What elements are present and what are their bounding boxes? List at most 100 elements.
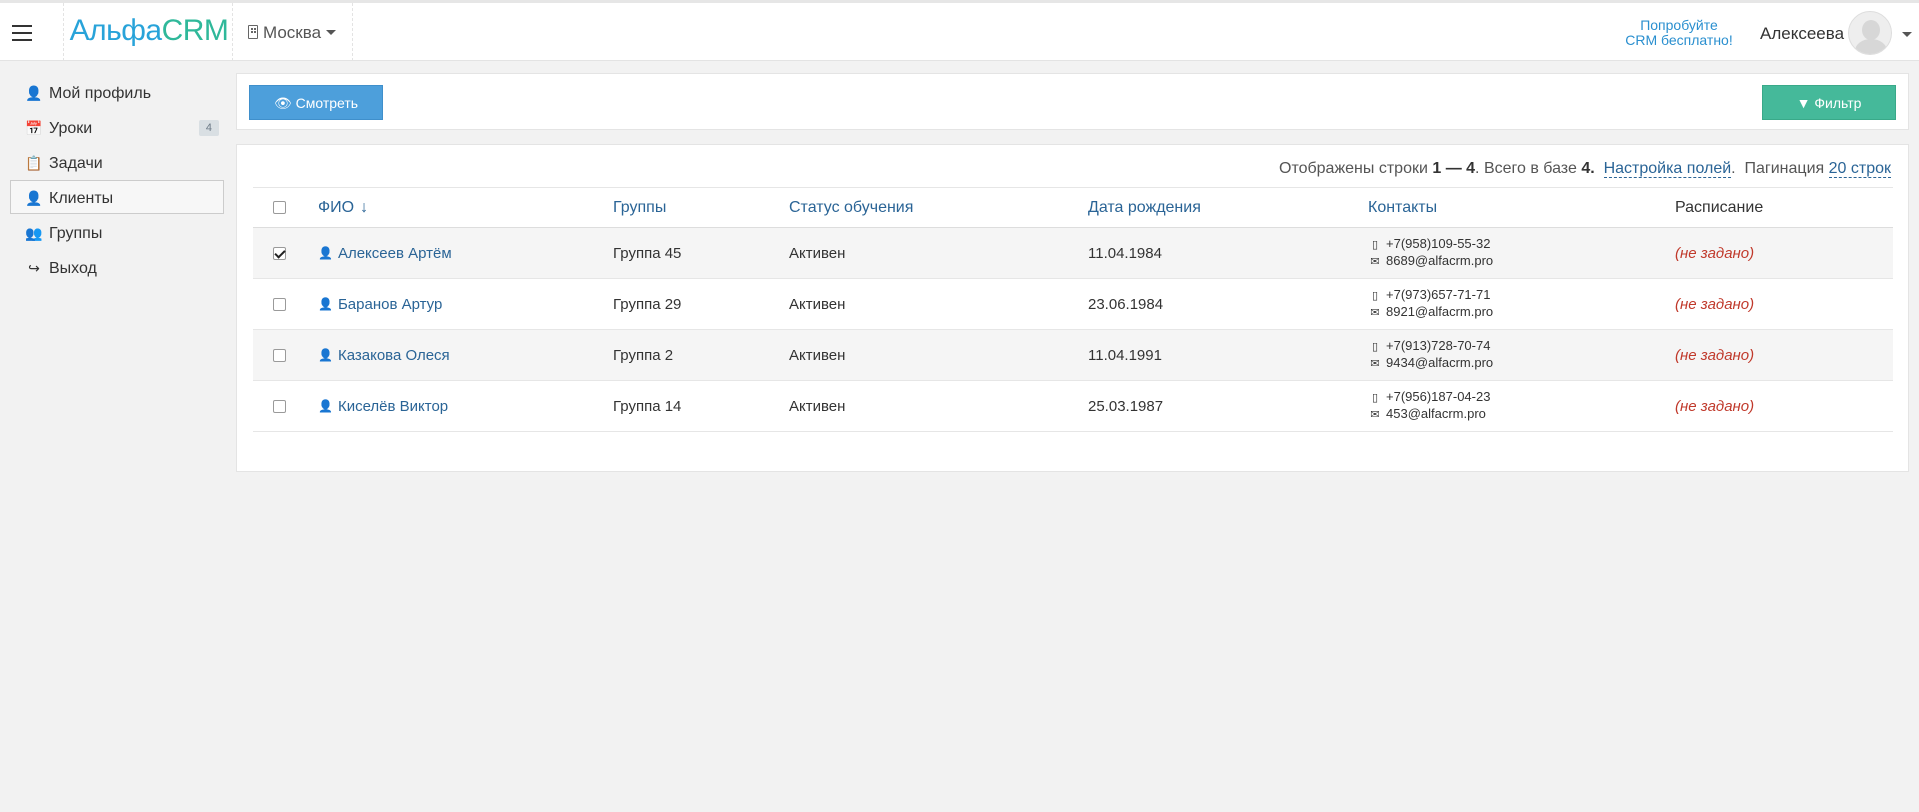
status-cell: Активен [789, 295, 846, 313]
select-all-checkbox[interactable] [273, 201, 286, 214]
calendar-icon: 📅 [25, 120, 43, 136]
row-checkbox[interactable] [273, 297, 286, 311]
email-line: ✉ 453@alfacrm.pro [1368, 406, 1486, 423]
status-cell: Активен [789, 346, 846, 364]
column-header-birthdate[interactable]: Дата рождения [1088, 188, 1201, 227]
sidebar-item-label: Группы [49, 225, 103, 242]
sidebar-item-label: Задачи [49, 155, 103, 172]
summary-total: 4 [1581, 160, 1591, 177]
user-menu-chevron-icon[interactable] [1902, 32, 1912, 37]
contacts-cell: ▯ +7(973)657-71-71 ✉ 8921@alfacrm.pro [1368, 279, 1493, 329]
logo-text-alfa: Альфа [69, 14, 163, 47]
sidebar-item-tasks[interactable]: 📋 Задачи [10, 145, 224, 179]
pagination-label: Пагинация [1744, 160, 1825, 177]
phone-number: +7(956)187-04-23 [1386, 389, 1491, 404]
view-button[interactable]: 👁 Смотреть [249, 85, 383, 120]
user-icon: 👤 [318, 399, 333, 413]
phone-line: ▯ +7(913)728-70-74 [1368, 338, 1490, 355]
client-name-cell: 👤 Киселёв Виктор [318, 381, 448, 431]
envelope-icon: ✉ [1370, 307, 1380, 319]
user-icon: 👤 [25, 85, 43, 101]
row-select-cell [273, 381, 286, 431]
avatar[interactable] [1848, 11, 1892, 55]
lessons-count-badge: 4 [198, 120, 219, 136]
status-cell: Активен [789, 397, 846, 415]
envelope-icon: ✉ [1370, 358, 1380, 370]
schedule-cell: (не задано) [1675, 346, 1755, 364]
column-header-schedule-label: Расписание [1675, 198, 1764, 216]
email-line: ✉ 8689@alfacrm.pro [1368, 253, 1493, 270]
filter-button[interactable]: ▼ Фильтр [1762, 85, 1896, 120]
table-row: 👤 Киселёв Виктор Группа 14 Активен 25.03.… [253, 381, 1893, 432]
client-name-link[interactable]: Алексеев Артём [338, 245, 452, 262]
top-navbar: АльфаCRM Москва Попробуйте CRM бесплатно… [0, 0, 1919, 61]
filter-icon: ▼ [1796, 95, 1811, 111]
column-header-groups[interactable]: Группы [613, 188, 666, 227]
group-cell: Группа 14 [613, 397, 682, 415]
column-header-status[interactable]: Статус обучения [789, 188, 913, 227]
mobile-phone-icon: ▯ [1371, 341, 1379, 353]
user-icon: 👤 [318, 246, 333, 260]
column-header-name-label: ФИО [318, 198, 355, 216]
email-line: ✉ 9434@alfacrm.pro [1368, 355, 1493, 372]
column-header-name[interactable]: ФИО ↓ [318, 188, 368, 227]
table-row: 👤 Баранов Артур Группа 29 Активен 23.06.1… [253, 279, 1893, 330]
try-free-link[interactable]: Попробуйте CRM бесплатно! [1608, 18, 1750, 48]
group-cell: Группа 2 [613, 346, 674, 364]
app-logo[interactable]: АльфаCRM [64, 14, 234, 48]
field-settings-link[interactable]: Настройка полей [1603, 160, 1732, 178]
email-address: 8689@alfacrm.pro [1386, 253, 1494, 268]
schedule-cell: (не задано) [1675, 244, 1755, 262]
sidebar-item-groups[interactable]: 👥 Группы [10, 215, 224, 249]
row-checkbox[interactable] [273, 246, 286, 260]
view-button-label: Смотреть [295, 95, 359, 111]
birthdate-cell: 11.04.1991 [1088, 346, 1162, 364]
envelope-icon: ✉ [1370, 256, 1380, 268]
city-name: Москва [263, 23, 322, 42]
sidebar-item-label: Клиенты [49, 190, 114, 207]
client-name-link[interactable]: Баранов Артур [338, 296, 442, 313]
schedule-cell: (не задано) [1675, 295, 1755, 313]
sidebar-item-label: Выход [49, 260, 97, 277]
filter-button-label: Фильтр [1814, 95, 1862, 111]
city-selector[interactable]: Москва [248, 23, 337, 43]
city-selector-container: Москва [233, 3, 353, 61]
email-address: 9434@alfacrm.pro [1386, 355, 1494, 370]
chevron-down-icon [326, 30, 337, 35]
column-header-contacts-label: Контакты [1368, 198, 1438, 216]
phone-line: ▯ +7(958)109-55-32 [1368, 236, 1490, 253]
pagination-link[interactable]: 20 строк [1828, 160, 1891, 178]
column-header-contacts[interactable]: Контакты [1368, 188, 1437, 227]
column-header-schedule: Расписание [1675, 188, 1763, 227]
phone-number: +7(958)109-55-32 [1386, 236, 1491, 251]
mobile-phone-icon: ▯ [1371, 290, 1379, 302]
contacts-cell: ▯ +7(913)728-70-74 ✉ 9434@alfacrm.pro [1368, 330, 1493, 380]
sidebar-item-profile[interactable]: 👤 Мой профиль [10, 75, 224, 109]
user-icon: 👤 [25, 190, 43, 206]
client-name-link[interactable]: Киселёв Виктор [338, 398, 448, 415]
sidebar-item-lessons[interactable]: 📅 Уроки 4 [10, 110, 224, 144]
action-toolbar: 👁 Смотреть ▼ Фильтр [236, 73, 1909, 130]
client-name-link[interactable]: Казакова Олеся [338, 347, 450, 364]
birthdate-cell: 11.04.1984 [1088, 244, 1162, 262]
client-name-cell: 👤 Казакова Олеся [318, 330, 450, 380]
row-checkbox[interactable] [273, 348, 286, 362]
summary-prefix: Отображены строки [1279, 160, 1428, 177]
schedule-cell: (не задано) [1675, 397, 1755, 415]
client-name-cell: 👤 Баранов Артур [318, 279, 442, 329]
column-header-status-label: Статус обучения [789, 198, 914, 216]
sidebar-item-clients[interactable]: 👤 Клиенты [10, 180, 224, 214]
promo-line-2: CRM бесплатно! [1625, 32, 1733, 48]
mobile-phone-icon: ▯ [1371, 392, 1379, 404]
row-checkbox[interactable] [273, 399, 286, 413]
clients-table: ФИО ↓ Группы Статус обучения Дата рождени… [253, 187, 1893, 432]
user-icon: 👤 [318, 348, 333, 362]
sidebar: 👤 Мой профиль 📅 Уроки 4 📋 Задачи 👤 Клиенты 👥… [10, 75, 224, 285]
sidebar-item-logout[interactable]: ↪ Выход [10, 250, 224, 284]
table-row: 👤 Казакова Олеся Группа 2 Активен 11.04.1… [253, 330, 1893, 381]
user-name[interactable]: Алексеева [1760, 24, 1844, 44]
column-header-birthdate-label: Дата рождения [1088, 198, 1201, 216]
client-name-cell: 👤 Алексеев Артём [318, 228, 452, 278]
contacts-cell: ▯ +7(958)109-55-32 ✉ 8689@alfacrm.pro [1368, 228, 1493, 278]
hamburger-menu-icon[interactable] [12, 25, 32, 41]
